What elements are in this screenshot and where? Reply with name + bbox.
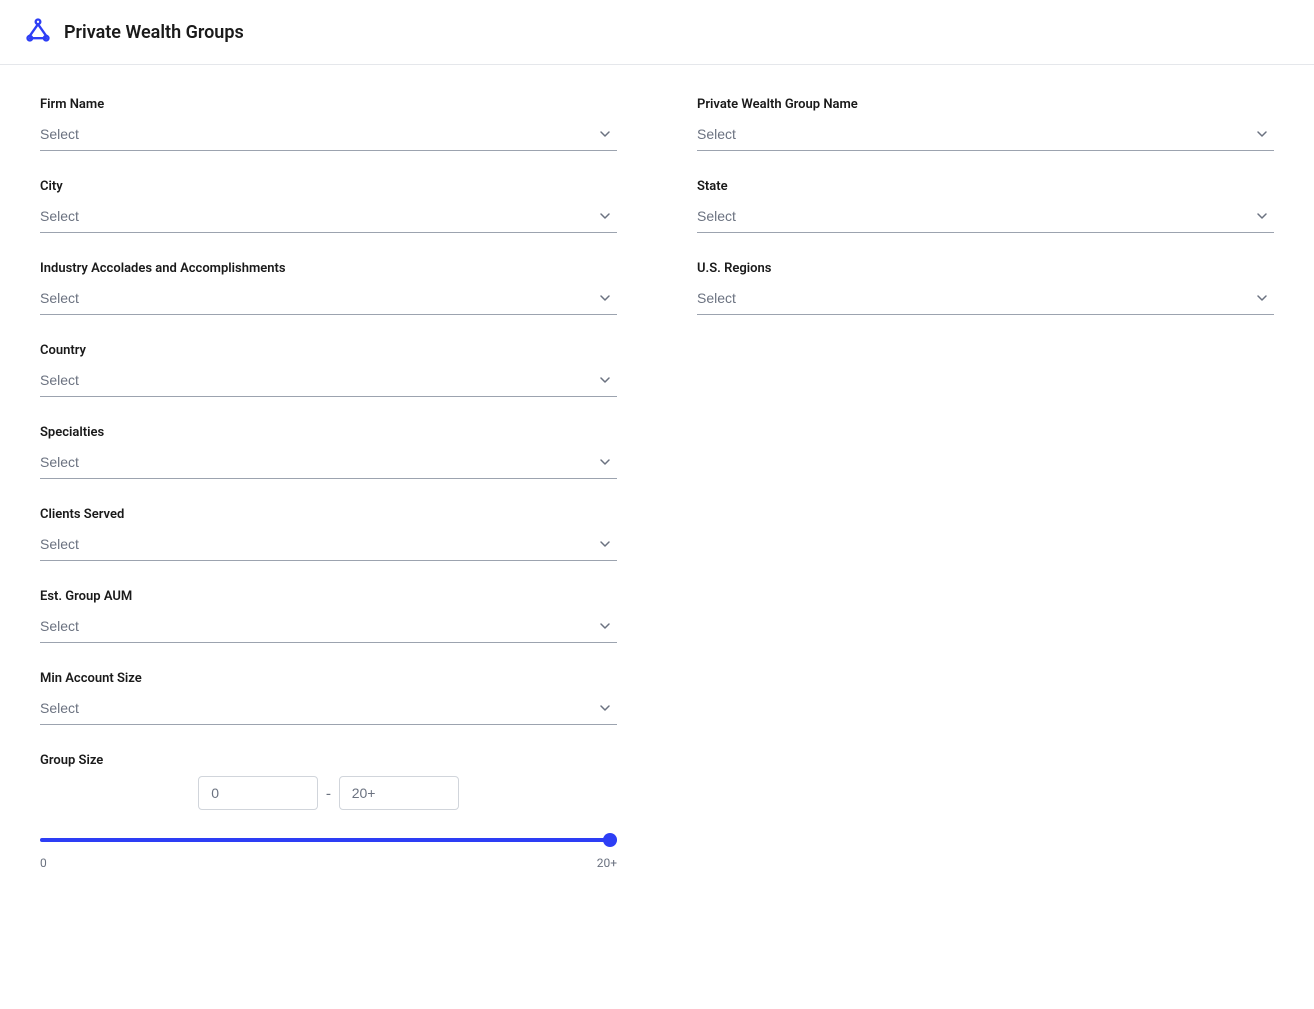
group-size-label: Group Size: [40, 753, 617, 768]
industry-accolades-field: Industry Accolades and Accomplishments S…: [40, 261, 617, 315]
range-min-label: 0: [40, 856, 47, 870]
min-account-size-select-wrapper: Select: [40, 694, 617, 725]
clients-served-field: Clients Served Select: [40, 507, 617, 561]
us-regions-select-wrapper: Select: [697, 284, 1274, 315]
us-regions-field: U.S. Regions Select: [697, 261, 1274, 315]
private-wealth-group-name-label: Private Wealth Group Name: [697, 97, 1274, 112]
right-column-spacer: [697, 343, 1274, 425]
specialties-select-wrapper: Select: [40, 448, 617, 479]
group-size-slider[interactable]: [40, 838, 617, 842]
specialties-field: Specialties Select: [40, 425, 617, 479]
range-max-input[interactable]: [339, 776, 459, 810]
clients-served-select-wrapper: Select: [40, 530, 617, 561]
est-group-aum-select-wrapper: Select: [40, 612, 617, 643]
range-max-label: 20+: [597, 856, 617, 870]
city-select-wrapper: Select: [40, 202, 617, 233]
us-regions-label: U.S. Regions: [697, 261, 1274, 276]
country-label: Country: [40, 343, 617, 358]
right-column-spacer6: [697, 753, 1274, 898]
country-field: Country Select: [40, 343, 617, 397]
private-wealth-group-name-field: Private Wealth Group Name Select: [697, 97, 1274, 151]
range-slider-container: [40, 826, 617, 850]
city-select[interactable]: Select: [40, 202, 617, 233]
city-label: City: [40, 179, 617, 194]
range-separator: -: [326, 784, 330, 803]
state-select[interactable]: Select: [697, 202, 1274, 233]
clients-served-select[interactable]: Select: [40, 530, 617, 561]
firm-name-field: Firm Name Select: [40, 97, 617, 151]
est-group-aum-field: Est. Group AUM Select: [40, 589, 617, 643]
page-title: Private Wealth Groups: [64, 22, 244, 43]
right-column-spacer5: [697, 671, 1274, 753]
state-field: State Select: [697, 179, 1274, 233]
group-size-field: Group Size - 0 20+: [40, 753, 617, 870]
industry-accolades-label: Industry Accolades and Accomplishments: [40, 261, 617, 276]
country-select-wrapper: Select: [40, 366, 617, 397]
us-regions-select[interactable]: Select: [697, 284, 1274, 315]
firm-name-select-wrapper: Select: [40, 120, 617, 151]
app-header: Private Wealth Groups: [0, 0, 1314, 65]
specialties-select[interactable]: Select: [40, 448, 617, 479]
private-wealth-group-name-select-wrapper: Select: [697, 120, 1274, 151]
range-labels: 0 20+: [40, 856, 617, 870]
network-icon: [24, 16, 52, 48]
state-label: State: [697, 179, 1274, 194]
country-select[interactable]: Select: [40, 366, 617, 397]
est-group-aum-select[interactable]: Select: [40, 612, 617, 643]
range-min-input[interactable]: [198, 776, 318, 810]
right-column-spacer4: [697, 589, 1274, 671]
min-account-size-label: Min Account Size: [40, 671, 617, 686]
firm-name-label: Firm Name: [40, 97, 617, 112]
form-grid: Firm Name Select Private Wealth Group Na…: [40, 97, 1274, 898]
state-select-wrapper: Select: [697, 202, 1274, 233]
private-wealth-group-name-select[interactable]: Select: [697, 120, 1274, 151]
industry-accolades-select[interactable]: Select: [40, 284, 617, 315]
industry-accolades-select-wrapper: Select: [40, 284, 617, 315]
clients-served-label: Clients Served: [40, 507, 617, 522]
city-field: City Select: [40, 179, 617, 233]
main-content: Firm Name Select Private Wealth Group Na…: [0, 65, 1314, 930]
est-group-aum-label: Est. Group AUM: [40, 589, 617, 604]
range-inputs-container: -: [40, 776, 617, 810]
specialties-label: Specialties: [40, 425, 617, 440]
min-account-size-select[interactable]: Select: [40, 694, 617, 725]
firm-name-select[interactable]: Select: [40, 120, 617, 151]
right-column-spacer2: [697, 425, 1274, 507]
right-column-spacer3: [697, 507, 1274, 589]
min-account-size-field: Min Account Size Select: [40, 671, 617, 725]
